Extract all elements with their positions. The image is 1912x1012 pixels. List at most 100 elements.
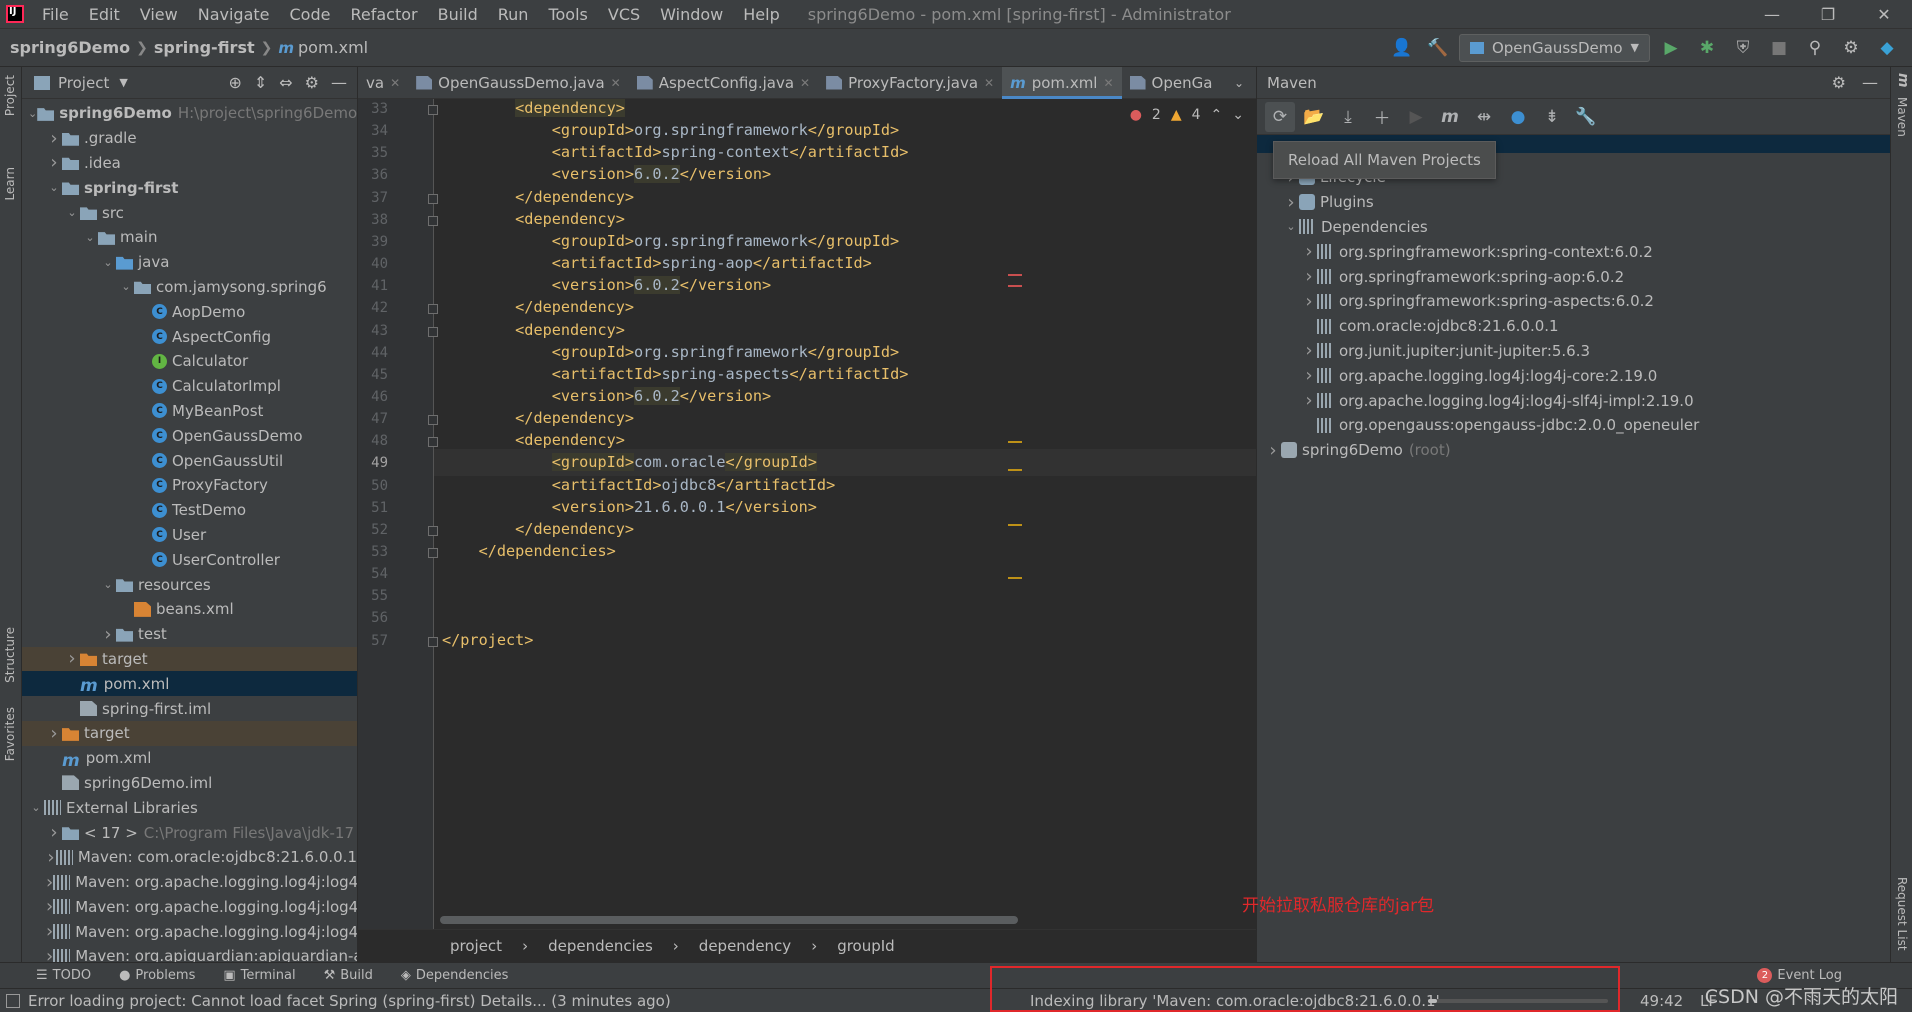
- fold-marker-icon[interactable]: [428, 327, 438, 337]
- xml-crumb-dependency[interactable]: dependency: [699, 937, 791, 955]
- project-tree-item[interactable]: › .idea: [22, 151, 357, 176]
- chevron-right-icon[interactable]: ›: [46, 822, 62, 843]
- project-tree-item[interactable]: ⌄ com.jamysong.spring6: [22, 275, 357, 300]
- menu-edit[interactable]: Edit: [79, 0, 130, 29]
- project-tree-item[interactable]: › .gradle: [22, 126, 357, 151]
- expand-all-icon[interactable]: ⇕: [254, 73, 267, 92]
- warning-stripe-marker[interactable]: [1008, 577, 1022, 579]
- project-panel-title[interactable]: Project: [58, 74, 109, 92]
- chevron-right-icon[interactable]: ›: [1301, 291, 1317, 312]
- editor-tab[interactable]: OpenGaussDemo.java ✕: [408, 67, 629, 99]
- hide-icon[interactable]: —: [1862, 73, 1878, 92]
- collapse-icon[interactable]: ⇟: [1537, 102, 1567, 132]
- layout-toggle-icon[interactable]: [6, 993, 20, 1008]
- close-icon[interactable]: ✕: [1856, 0, 1912, 29]
- add-icon[interactable]: ＋: [1367, 102, 1397, 132]
- project-stripe-button[interactable]: Project: [3, 75, 17, 116]
- chevron-down-icon[interactable]: ⌄: [64, 206, 80, 219]
- chevron-right-icon[interactable]: ›: [46, 723, 62, 744]
- skip-tests-icon[interactable]: ●: [1503, 102, 1533, 132]
- menu-run[interactable]: Run: [488, 0, 539, 29]
- previous-highlight-icon[interactable]: ⌃: [1211, 107, 1223, 123]
- editor-tab[interactable]: ProxyFactory.java ✕: [818, 67, 1002, 99]
- hide-icon[interactable]: —: [331, 73, 347, 92]
- maven-tree-item[interactable]: › Plugins: [1257, 190, 1890, 215]
- project-tree-item[interactable]: m pom.xml: [22, 671, 357, 696]
- event-log-button[interactable]: 2 Event Log: [1743, 968, 1856, 983]
- project-tree-item[interactable]: › Maven: org.apache.logging.log4j:log4j-a…: [22, 870, 357, 895]
- project-tree-item[interactable]: C AspectConfig: [22, 324, 357, 349]
- maven-tree-item[interactable]: › org.junit.jupiter:junit-jupiter:5.6.3: [1257, 339, 1890, 364]
- chevron-right-icon[interactable]: ›: [46, 152, 62, 173]
- generate-sources-icon[interactable]: 📂: [1299, 102, 1329, 132]
- code-line[interactable]: </dependencies>: [442, 538, 616, 565]
- maven-settings-wrench-icon[interactable]: 🔧: [1571, 102, 1601, 132]
- project-tree-item[interactable]: C ProxyFactory: [22, 473, 357, 498]
- caret-position[interactable]: 49:42: [1640, 992, 1683, 1010]
- close-tab-icon[interactable]: ✕: [611, 76, 621, 90]
- maven-tree-item[interactable]: ⌄ Dependencies: [1257, 215, 1890, 240]
- menu-tools[interactable]: Tools: [538, 0, 597, 29]
- project-tree-item[interactable]: › target: [22, 720, 357, 746]
- menu-build[interactable]: Build: [428, 0, 488, 29]
- gear-icon[interactable]: ⚙: [305, 73, 319, 92]
- breadcrumb-project[interactable]: spring6Demo: [0, 38, 130, 57]
- project-tree-item[interactable]: › < 17 > C:\Program Files\Java\jdk-17: [22, 820, 357, 845]
- fold-marker-icon[interactable]: [428, 194, 438, 204]
- run-icon[interactable]: ▶: [1401, 102, 1431, 132]
- terminal-tool-button[interactable]: ▣ Terminal: [209, 968, 309, 983]
- toolbox-icon[interactable]: ◆: [1872, 33, 1902, 63]
- toggle-offline-icon[interactable]: ⇹: [1469, 102, 1499, 132]
- chevron-right-icon[interactable]: ›: [46, 872, 53, 893]
- warning-stripe-marker[interactable]: [1008, 441, 1022, 443]
- project-tree-item[interactable]: I Calculator: [22, 349, 357, 374]
- dependencies-tool-button[interactable]: ◈ Dependencies: [387, 968, 523, 983]
- warning-stripe-marker[interactable]: [1008, 524, 1022, 526]
- build-hammer-icon[interactable]: 🔨: [1423, 33, 1453, 63]
- fold-marker-icon[interactable]: [428, 548, 438, 558]
- build-tool-button[interactable]: ⚒ Build: [310, 968, 387, 983]
- next-highlight-icon[interactable]: ⌄: [1232, 107, 1244, 123]
- project-tree-item[interactable]: C UserController: [22, 547, 357, 572]
- close-tab-icon[interactable]: ✕: [1103, 76, 1113, 90]
- project-tree-item[interactable]: › target: [22, 646, 357, 672]
- gear-icon[interactable]: ⚙: [1832, 73, 1846, 92]
- code-line[interactable]: </project>: [442, 627, 533, 654]
- chevron-right-icon[interactable]: ›: [100, 624, 116, 645]
- project-tree-item[interactable]: C OpenGaussDemo: [22, 423, 357, 448]
- maven-tree-item[interactable]: › org.springframework:spring-aspects:6.0.…: [1257, 289, 1890, 314]
- project-tree-item[interactable]: › Maven: com.oracle:ojdbc8:21.6.0.0.1: [22, 845, 357, 870]
- run-configuration-select[interactable]: OpenGaussDemo ▼: [1458, 33, 1650, 62]
- project-tree-item[interactable]: C AopDemo: [22, 299, 357, 324]
- collapse-all-icon[interactable]: ⇔: [279, 73, 292, 92]
- structure-stripe-button[interactable]: Structure: [3, 627, 17, 683]
- chevron-right-icon[interactable]: ›: [46, 847, 56, 868]
- project-tree-item[interactable]: ⌄ spring6Demo H:\project\spring6Demo: [22, 101, 357, 126]
- coverage-icon[interactable]: ⛨: [1728, 33, 1758, 63]
- breadcrumb-file[interactable]: pom.xml: [298, 38, 368, 57]
- chevron-down-icon[interactable]: ⌄: [82, 231, 98, 244]
- project-tree-item[interactable]: › test: [22, 622, 357, 647]
- chevron-right-icon[interactable]: ›: [1265, 440, 1281, 461]
- maven-tree-item[interactable]: › org.springframework:spring-context:6.0.…: [1257, 239, 1890, 264]
- project-tree-item[interactable]: ⌄ resources: [22, 572, 357, 597]
- error-stripe-marker[interactable]: [1008, 274, 1022, 276]
- fold-marker-icon[interactable]: [428, 526, 438, 536]
- maven-tree-item[interactable]: org.opengauss:opengauss-jdbc:2.0.0_opene…: [1257, 413, 1890, 438]
- breadcrumb-module[interactable]: spring-first: [154, 38, 255, 57]
- xml-crumb-project[interactable]: project: [450, 937, 502, 955]
- menu-help[interactable]: Help: [733, 0, 789, 29]
- code-editor[interactable]: 33 34 35 36 37 38 39 40 41 42 43 44 45 46 47 48 49 50 51 52…: [358, 99, 1256, 929]
- chevron-down-icon[interactable]: ⌄: [118, 280, 134, 293]
- chevron-right-icon[interactable]: ›: [1301, 241, 1317, 262]
- fold-marker-icon[interactable]: [428, 437, 438, 447]
- chevron-right-icon[interactable]: ›: [46, 128, 62, 149]
- maven-stripe-button[interactable]: Maven: [1895, 97, 1909, 137]
- fold-marker-icon[interactable]: [428, 304, 438, 314]
- chevron-right-icon[interactable]: ›: [1301, 365, 1317, 386]
- request-list-stripe-button[interactable]: Request List: [1895, 877, 1909, 951]
- favorites-stripe-button[interactable]: Favorites: [3, 707, 17, 761]
- fold-marker-icon[interactable]: [428, 637, 438, 647]
- run-icon[interactable]: ▶: [1656, 33, 1686, 63]
- maven-tree-item[interactable]: › org.apache.logging.log4j:log4j-slf4j-im…: [1257, 388, 1890, 413]
